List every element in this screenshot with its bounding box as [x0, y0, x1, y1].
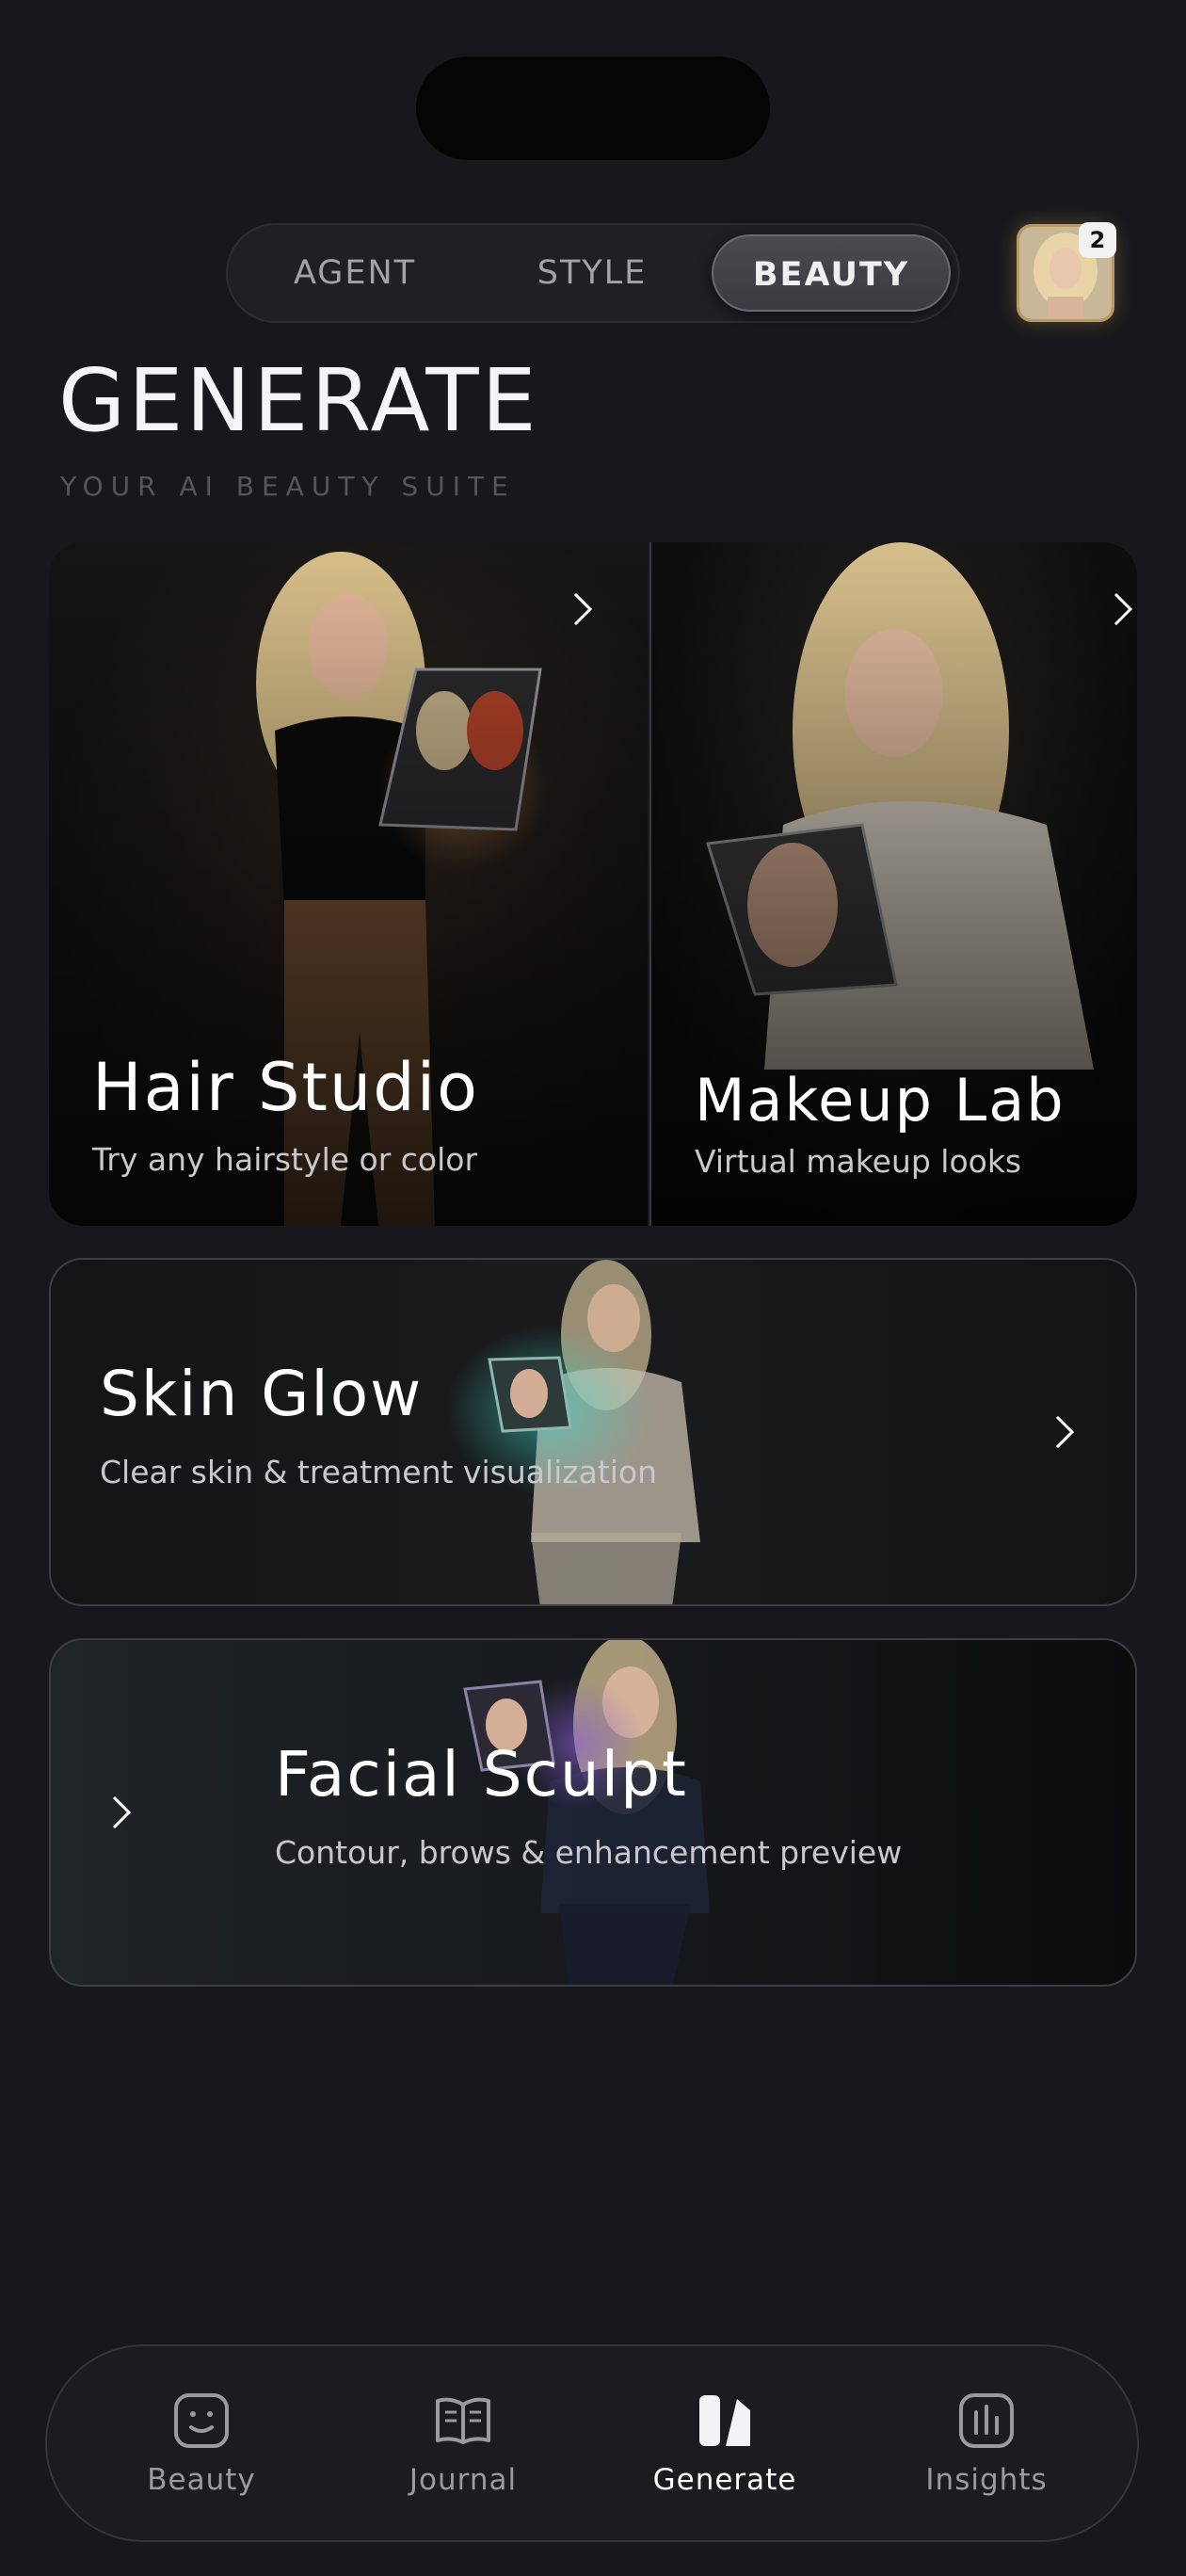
makeup-lab-card[interactable]: Makeup Lab Virtual makeup looks — [649, 542, 1137, 1226]
skin-glow-subtitle: Clear skin & treatment visualization — [100, 1454, 658, 1490]
face-scan-icon — [174, 2393, 229, 2448]
chevron-right-icon — [573, 592, 593, 626]
page-subtitle: YOUR AI BEAUTY SUITE — [60, 471, 516, 502]
chevron-right-icon — [1114, 592, 1133, 626]
tab-insights[interactable]: Insights — [892, 2391, 1081, 2497]
facial-sculpt-title: Facial Sculpt — [275, 1738, 688, 1811]
dynamic-island — [416, 56, 770, 160]
segment-agent[interactable]: AGENT — [265, 234, 444, 312]
tab-generate-label: Generate — [652, 2463, 797, 2497]
generate-icon — [699, 2395, 750, 2446]
hair-studio-title: Hair Studio — [92, 1049, 479, 1126]
makeup-lab-subtitle: Virtual makeup looks — [695, 1143, 1022, 1180]
notification-badge: 2 — [1079, 222, 1116, 258]
skin-glow-title: Skin Glow — [100, 1358, 424, 1430]
book-icon — [436, 2397, 490, 2444]
tab-beauty[interactable]: Beauty — [107, 2391, 296, 2497]
chevron-right-icon — [1055, 1415, 1075, 1449]
skin-glow-illustration — [446, 1260, 700, 1604]
hair-studio-subtitle: Try any hairstyle or color — [92, 1141, 478, 1178]
facial-sculpt-illustration — [463, 1640, 710, 1985]
makeup-lab-title: Makeup Lab — [695, 1066, 1066, 1135]
segment-beauty[interactable]: BEAUTY — [712, 234, 951, 312]
mode-segmented-control: AGENT STYLE BEAUTY — [226, 223, 960, 323]
tab-insights-label: Insights — [925, 2463, 1048, 2497]
tab-beauty-label: Beauty — [147, 2463, 256, 2497]
tab-journal-label: Journal — [409, 2463, 518, 2497]
tab-generate[interactable]: Generate — [631, 2391, 819, 2497]
skin-glow-card[interactable]: Skin Glow Clear skin & treatment visuali… — [49, 1258, 1137, 1606]
facial-sculpt-subtitle: Contour, brows & enhancement preview — [275, 1834, 903, 1871]
bottom-tab-bar: Beauty Journal Generate Insights — [45, 2344, 1139, 2542]
segment-style[interactable]: STYLE — [503, 234, 681, 312]
bar-chart-icon — [959, 2393, 1014, 2448]
hair-studio-card[interactable]: Hair Studio Try any hairstyle or color — [49, 542, 648, 1226]
chevron-right-icon — [112, 1795, 132, 1829]
tab-journal[interactable]: Journal — [369, 2391, 557, 2497]
page-title: GENERATE — [58, 350, 539, 451]
facial-sculpt-card[interactable]: Facial Sculpt Contour, brows & enhanceme… — [49, 1638, 1137, 1987]
top-card-pair: Hair Studio Try any hairstyle or color M… — [49, 542, 1137, 1226]
